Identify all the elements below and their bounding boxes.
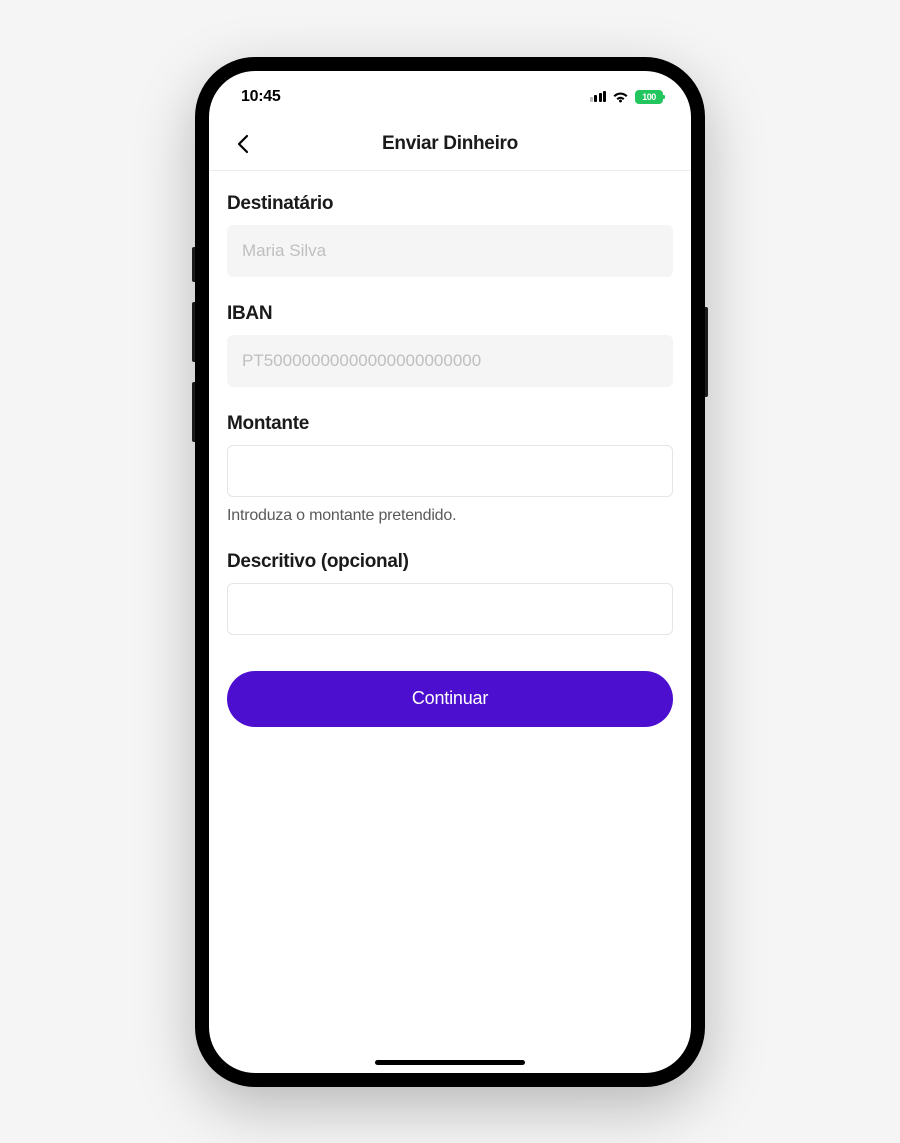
amount-label: Montante — [227, 413, 673, 435]
form-content: Destinatário IBAN Montante Introduza o m… — [209, 171, 691, 1073]
iban-label: IBAN — [227, 303, 673, 325]
phone-screen: 10:45 100 — [209, 71, 691, 1073]
recipient-group: Destinatário — [227, 193, 673, 277]
description-label: Descritivo (opcional) — [227, 551, 673, 573]
back-button[interactable] — [227, 128, 259, 160]
amount-group: Montante Introduza o montante pretendido… — [227, 413, 673, 525]
amount-helper: Introduza o montante pretendido. — [227, 507, 673, 525]
iban-group: IBAN — [227, 303, 673, 387]
battery-icon: 100 — [635, 90, 663, 104]
description-input[interactable] — [227, 583, 673, 635]
description-group: Descritivo (opcional) — [227, 551, 673, 635]
iban-input — [227, 335, 673, 387]
amount-input[interactable] — [227, 445, 673, 497]
wifi-icon — [612, 91, 629, 103]
recipient-input — [227, 225, 673, 277]
phone-frame: 10:45 100 — [195, 57, 705, 1087]
status-icons: 100 — [590, 90, 664, 104]
recipient-label: Destinatário — [227, 193, 673, 215]
status-bar: 10:45 100 — [209, 75, 691, 119]
home-indicator[interactable] — [375, 1060, 525, 1065]
battery-level: 100 — [642, 92, 656, 102]
continue-button[interactable]: Continuar — [227, 671, 673, 727]
nav-header: Enviar Dinheiro — [209, 119, 691, 171]
status-time: 10:45 — [241, 88, 280, 106]
cellular-signal-icon — [590, 91, 607, 102]
page-title: Enviar Dinheiro — [209, 133, 691, 155]
chevron-left-icon — [237, 134, 249, 154]
